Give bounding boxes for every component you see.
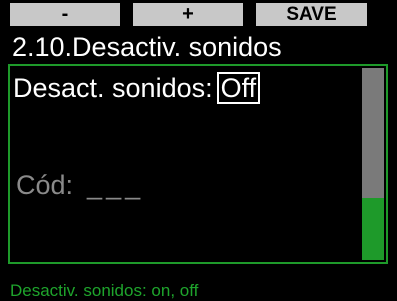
scrollbar-track xyxy=(362,68,384,198)
decrease-button[interactable]: - xyxy=(10,3,120,26)
sounds-label: Desact. sonidos: xyxy=(13,73,213,103)
settings-panel: Desact. sonidos: Off Cód: ___ xyxy=(8,64,388,264)
softkey-bar: - + SAVE xyxy=(0,0,397,28)
code-label: Cód: xyxy=(16,170,74,200)
sounds-value-field[interactable]: Off xyxy=(216,72,261,104)
code-value-field[interactable]: ___ xyxy=(87,168,144,202)
scrollbar[interactable] xyxy=(362,68,384,260)
code-setting-row[interactable]: Cód: ___ xyxy=(16,168,144,202)
page-title: 2.10.Desactiv. sonidos xyxy=(12,32,282,62)
sounds-setting-row[interactable]: Desact. sonidos: Off xyxy=(13,71,261,105)
help-footer: Desactiv. sonidos: on, off xyxy=(10,281,199,300)
increase-button[interactable]: + xyxy=(133,3,243,26)
save-button[interactable]: SAVE xyxy=(256,3,367,26)
